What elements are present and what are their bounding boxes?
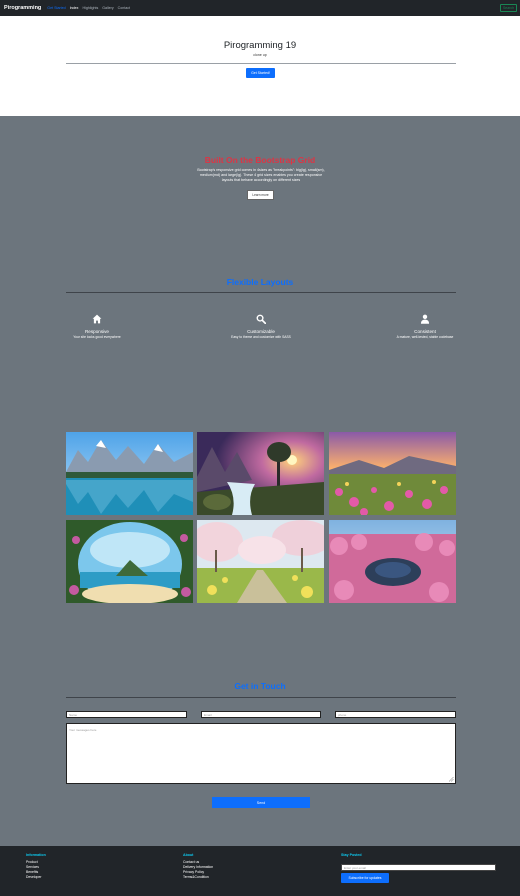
search-icon [256,314,266,324]
features-divider [66,292,456,293]
contact-divider [66,697,456,698]
feature-description: Your site looks good everywhere [73,335,121,339]
message-textarea[interactable]: Your messages here [66,723,456,784]
nav-link-gallery[interactable]: Gallery [102,6,113,10]
footer-about-column: About Contact us Delivery Information Pr… [183,853,213,880]
send-button[interactable]: Send [212,797,310,808]
hero-subtitle: clone up [253,53,267,57]
feature-customizable: Customizable Easy to theme and customize… [221,314,301,339]
navbar-brand[interactable]: Pirogramming [4,5,41,11]
hero-title: Pirogramming 19 [223,40,297,51]
contact-title: Get in Touch [234,681,286,691]
feature-description: Easy to theme and customize with SASS [231,335,291,339]
name-input[interactable]: Name [66,711,187,718]
nav-link-index[interactable]: Index [70,6,79,10]
feature-title: Consistent [414,329,436,334]
learn-more-button[interactable]: Learn more [247,190,274,200]
phone-input[interactable]: phone [335,711,456,718]
gallery-image-waterfall-sunset[interactable] [197,432,324,515]
gallery-image-lake-mountains[interactable] [66,432,193,515]
footer-information-column: Information Product Services Benefits De… [26,853,46,880]
footer-link-terms[interactable]: Terms&Condition [183,875,213,880]
gallery-image-cave-island-beach[interactable] [66,520,193,603]
subscribe-email-input[interactable]: Enter your email [341,864,496,871]
hero-section: Pirogramming 19 clone up Get Started! [0,16,520,116]
subscribe-button[interactable]: Subscribe for updates [341,873,389,883]
footer-heading: Stay Posted [341,853,362,857]
get-started-button[interactable]: Get Started! [246,68,275,78]
feature-description: A mature, well-tested, stable codebase [396,335,454,339]
footer-heading: Information [26,853,46,857]
grid-section-title: Built On the Bootstrap Grid [204,155,316,165]
resize-grip-icon[interactable] [448,776,454,782]
nav-link-get-started[interactable]: Get Started [47,6,65,10]
feature-responsive: Responsive Your site looks good everywhe… [57,314,137,339]
feature-title: Customizable [247,329,275,334]
person-icon [420,314,430,324]
footer-heading: About [183,853,194,857]
footer-stay-posted-column: Stay Posted [341,853,362,860]
gallery-image-pink-forest-lake[interactable] [329,520,456,603]
footer-link-developer[interactable]: Developer [26,875,46,880]
gallery-image-flower-field-sunset[interactable] [329,432,456,515]
nav-link-contact[interactable]: Contact [118,6,130,10]
hero-divider [66,63,456,64]
home-icon [92,314,102,324]
features-title: Flexible Layouts [226,277,294,287]
navbar: Pirogramming Get Started Index Highlight… [0,0,520,16]
message-placeholder: Your messages here [69,728,97,732]
feature-consistent: Consistent A mature, well-tested, stable… [385,314,465,339]
email-input[interactable]: Email [201,711,321,718]
grid-section-description: Bootstrap's responsive grid comes in 4si… [197,168,325,183]
nav-link-highlights[interactable]: Highlights [82,6,98,10]
navbar-search-button[interactable]: Search [500,4,517,12]
footer [0,846,520,896]
gallery-image-cherry-blossom-road[interactable] [197,520,324,603]
feature-title: Responsive [84,329,109,334]
